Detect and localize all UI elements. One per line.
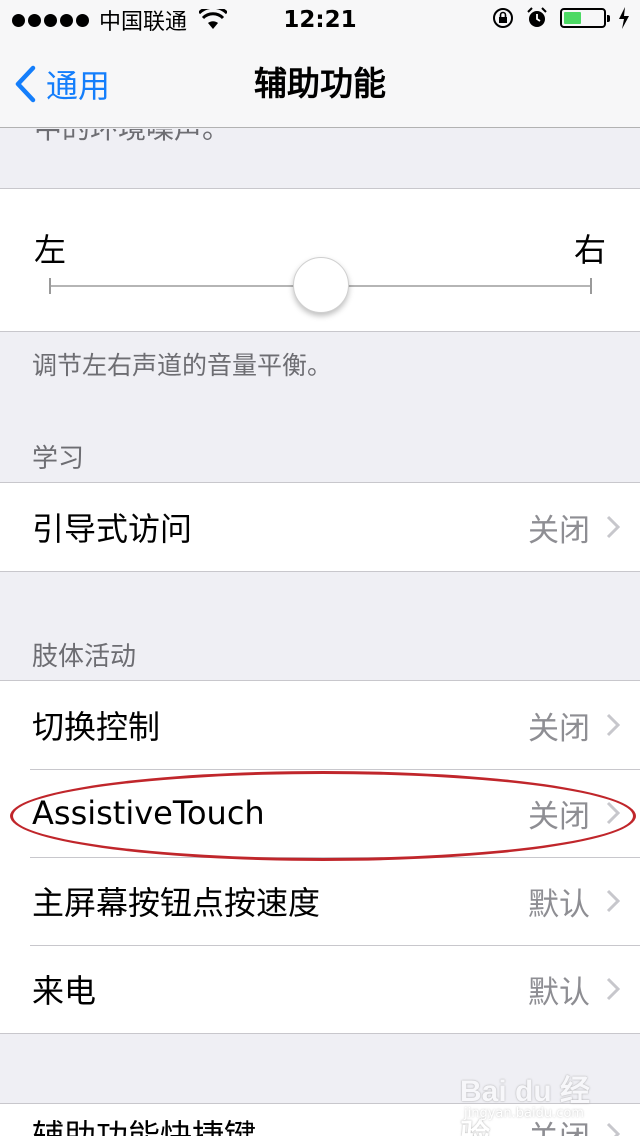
cutoff-footer-text: 中的环境噪声。 [34,129,230,143]
row-assistivetouch[interactable]: AssistiveTouch 关闭 [0,769,640,857]
balance-right-label: 右 [573,231,606,269]
wifi-icon [199,9,228,29]
row-home-click-speed[interactable]: 主屏幕按钮点按速度 默认 [0,857,640,945]
row-switch-control[interactable]: 切换控制 关闭 [0,681,640,769]
shortcut-group: 辅助功能快捷键 关闭 [0,1103,640,1136]
learning-group: 引导式访问 关闭 [0,482,640,572]
slider-left-tick [49,278,51,294]
balance-group: 左 右 [0,188,640,332]
chevron-left-icon [15,65,36,103]
back-button-label: 通用 [46,67,111,105]
row-label: 来电 [32,972,97,1010]
balance-slider[interactable]: 左 右 [0,189,640,331]
carrier-label: 中国联通 [99,10,188,35]
chevron-right-icon [606,801,620,825]
chevron-right-icon [606,1122,620,1136]
row-value: 关闭 [528,1112,590,1136]
row-guided-access[interactable]: 引导式访问 关闭 [0,483,640,571]
section-header-learning: 学习 [32,444,85,474]
slider-right-tick [590,278,592,294]
status-bar: 中国联通 12:21 [0,0,640,40]
row-value: 关闭 [528,798,590,835]
row-label: AssistiveTouch [32,794,265,832]
row-label: 辅助功能快捷键 [32,1117,257,1136]
alarm-icon [527,7,547,27]
row-value: 默认 [528,974,590,1011]
navigation-bar: 通用 辅助功能 [0,40,640,128]
chevron-right-icon [606,515,620,539]
back-button[interactable]: 通用 [14,60,110,108]
row-label: 主屏幕按钮点按速度 [32,884,321,922]
charging-bolt-icon [619,7,629,29]
balance-footer: 调节左右声道的音量平衡。 [32,351,333,380]
chevron-right-icon [606,889,620,913]
row-accessibility-shortcut[interactable]: 辅助功能快捷键 关闭 [0,1104,640,1136]
row-value: 关闭 [528,512,590,549]
row-label: 切换控制 [32,708,161,746]
cutoff-text-clip: 中的环境噪声。 [0,129,640,143]
chevron-right-icon [606,713,620,737]
row-value: 关闭 [528,710,590,747]
rotation-lock-icon [493,8,513,28]
section-header-interaction: 肢体活动 [32,642,137,672]
signal-strength-icon [12,13,89,27]
battery-icon [560,8,610,28]
chevron-right-icon [606,977,620,1001]
slider-knob[interactable] [293,257,349,313]
row-incoming-calls[interactable]: 来电 默认 [0,945,640,1033]
balance-left-label: 左 [34,231,67,269]
interaction-group: 切换控制 关闭 AssistiveTouch 关闭 主屏幕按钮点按速度 默认 来… [0,680,640,1034]
battery-fill [564,12,582,24]
row-label: 引导式访问 [32,510,193,548]
row-value: 默认 [528,886,590,923]
